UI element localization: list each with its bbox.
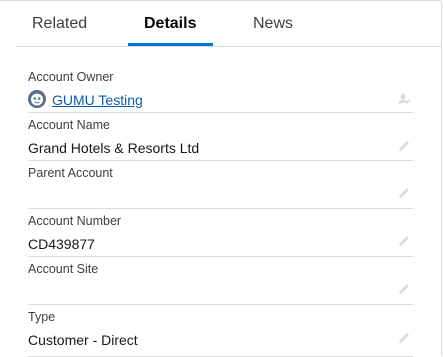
- account-name-value: Grand Hotels & Resorts Ltd: [28, 140, 200, 156]
- account-owner-link[interactable]: GUMU Testing: [52, 92, 143, 108]
- tab-related[interactable]: Related: [32, 15, 87, 33]
- pencil-icon[interactable]: [397, 234, 411, 248]
- account-number-value: CD439877: [28, 236, 95, 252]
- parent-account-label: Parent Account: [28, 166, 113, 180]
- account-site-label: Account Site: [28, 262, 99, 276]
- field-account-name: Account Name Grand Hotels & Resorts Ltd: [28, 113, 413, 161]
- pencil-icon[interactable]: [397, 139, 411, 153]
- tab-details[interactable]: Details: [144, 15, 196, 33]
- pencil-icon[interactable]: [397, 186, 411, 200]
- type-value: Customer - Direct: [28, 332, 138, 348]
- active-tab-indicator: [128, 43, 213, 46]
- tab-news[interactable]: News: [253, 15, 293, 33]
- account-name-label: Account Name: [28, 118, 110, 132]
- field-account-number: Account Number CD439877: [28, 209, 413, 257]
- user-avatar-icon: [28, 90, 46, 108]
- field-account-owner: Account Owner GUMU Testing: [28, 65, 413, 113]
- account-owner-label: Account Owner: [28, 70, 114, 84]
- change-owner-icon[interactable]: [397, 92, 411, 106]
- details-card: Related Details News Account Owner GUMU …: [0, 0, 442, 357]
- type-label: Type: [28, 310, 56, 324]
- account-number-label: Account Number: [28, 214, 122, 228]
- pencil-icon[interactable]: [397, 331, 411, 345]
- tab-bar: Related Details News: [16, 1, 442, 47]
- field-account-site: Account Site: [28, 257, 413, 305]
- pencil-icon[interactable]: [397, 282, 411, 296]
- field-parent-account: Parent Account: [28, 161, 413, 209]
- field-type: Type Customer - Direct: [28, 305, 413, 357]
